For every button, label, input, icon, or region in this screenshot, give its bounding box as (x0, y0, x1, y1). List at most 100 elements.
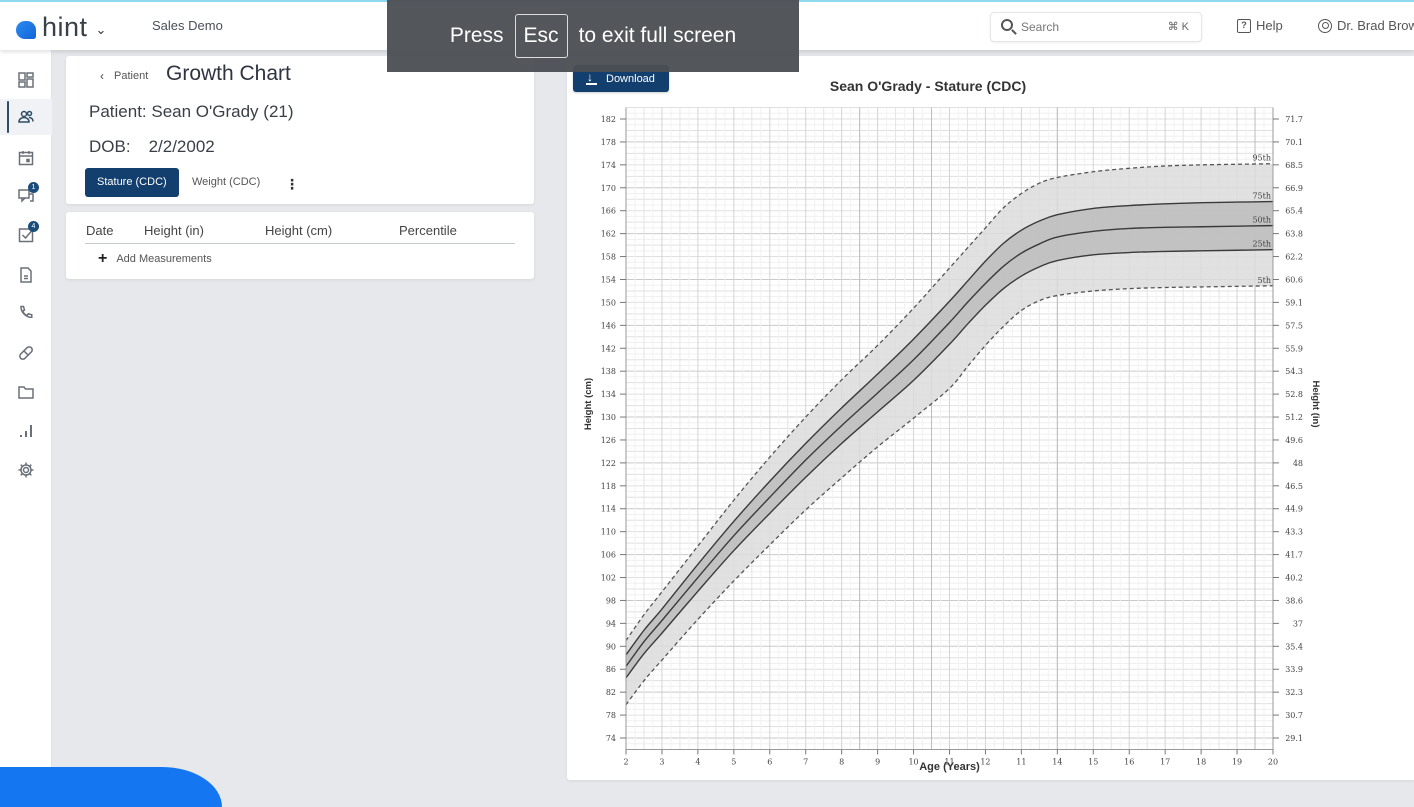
y-tick-label-left: 74 (606, 734, 616, 743)
chevron-down-icon[interactable]: ⌄ (96, 22, 107, 38)
y-tick-label-right: 57.5 (1285, 321, 1303, 330)
toast-suffix: to exit full screen (578, 24, 737, 47)
y-tick-label-right: 48 (1293, 459, 1303, 468)
y-tick-label-left: 174 (601, 161, 616, 170)
y-tick-label-left: 182 (601, 115, 616, 124)
x-tick-label: 20 (1268, 757, 1278, 766)
x-tick-label: 11 (1016, 757, 1026, 766)
back-label: Patient (114, 70, 149, 82)
sidebar-item-reports[interactable] (0, 413, 52, 449)
x-axis-label: Age (Years) (919, 761, 980, 773)
x-tick-label: 2 (623, 757, 628, 766)
column-header-height-in: Height (in) (144, 223, 204, 238)
y-tick-label-left: 122 (601, 459, 616, 468)
y-tick-label-right: 33.9 (1285, 665, 1303, 674)
y-axis-label-left: Height (cm) (583, 378, 594, 430)
add-measurements-button[interactable]: + Add Measurements (98, 250, 212, 268)
y-tick-label-right: 32.3 (1285, 688, 1303, 697)
help-button[interactable]: ? Help (1237, 18, 1283, 33)
y-tick-label-right: 41.7 (1285, 551, 1303, 560)
y-tick-label-right: 60.6 (1285, 275, 1303, 284)
x-tick-label: 5 (731, 757, 736, 766)
growth-chart-panel: 95th 75th 50th 25th 5th 182 71.7 178 70.1 174 68.5… (567, 56, 1414, 780)
sidebar-item-documents[interactable] (0, 257, 52, 293)
y-tick-label-left: 154 (601, 275, 616, 284)
y-tick-label-right: 54.3 (1285, 367, 1303, 376)
tab-weight-cdc[interactable]: Weight (CDC) (180, 168, 272, 197)
y-tick-label-left: 118 (601, 482, 616, 491)
sidebar-item-files[interactable] (0, 374, 52, 410)
y-tick-label-right: 71.7 (1285, 115, 1303, 124)
y-tick-label-right: 51.2 (1285, 413, 1303, 422)
y-tick-label-left: 110 (601, 528, 616, 537)
sidebar-item-messages[interactable]: 1 (0, 178, 52, 214)
measurements-table: Date Height (in) Height (cm) Percentile … (66, 212, 534, 279)
patient-dob: DOB: 2/2/2002 (89, 137, 215, 157)
percentile-label-95th: 95th (1252, 154, 1271, 163)
y-tick-label-left: 106 (601, 551, 616, 560)
patient-name: Patient: Sean O'Grady (21) (89, 102, 294, 121)
x-tick-label: 10 (908, 757, 918, 766)
dob-value: 2/2/2002 (148, 137, 215, 156)
percentile-label-25th: 25th (1252, 240, 1271, 249)
help-label: Help (1256, 18, 1283, 33)
sidebar-item-settings[interactable] (0, 452, 52, 488)
search-input[interactable]: Search ⌘ K (990, 12, 1202, 42)
tasks-badge: 4 (28, 221, 39, 232)
y-tick-label-right: 43.3 (1285, 528, 1303, 537)
settings-icon (18, 462, 34, 478)
column-header-date: Date (86, 223, 114, 238)
y-tick-label-left: 178 (601, 138, 616, 147)
y-tick-label-right: 55.9 (1285, 344, 1303, 353)
esc-key: Esc (514, 14, 568, 58)
chart-title: Sean O'Grady - Stature (CDC) (829, 78, 1027, 94)
x-tick-label: 19 (1232, 757, 1242, 766)
x-tick-label: 7 (803, 757, 808, 766)
percentile-label-5th: 5th (1258, 276, 1271, 285)
document-icon (20, 267, 32, 283)
y-tick-label-left: 146 (601, 321, 616, 330)
y-tick-label-left: 162 (601, 230, 616, 239)
folder-icon (18, 386, 34, 399)
y-tick-label-left: 142 (601, 344, 616, 353)
more-options-icon[interactable]: ⋮ (285, 176, 299, 193)
tab-stature-cdc[interactable]: Stature (CDC) (85, 168, 179, 197)
user-menu[interactable]: Dr. Brad Brown (1318, 18, 1414, 33)
y-tick-label-left: 114 (601, 505, 616, 514)
column-header-height-cm: Height (cm) (265, 223, 333, 238)
sidebar-item-calls[interactable] (0, 295, 52, 331)
chevron-left-icon: ‹ (100, 69, 104, 83)
y-tick-label-right: 29.1 (1285, 734, 1303, 743)
dob-label: DOB: (89, 137, 131, 156)
percentile-label-75th: 75th (1252, 192, 1271, 201)
user-name: Dr. Brad Brown (1337, 18, 1414, 33)
sidebar-item-medications[interactable] (0, 335, 52, 371)
y-tick-label-right: 44.9 (1285, 505, 1303, 514)
y-tick-label-left: 126 (601, 436, 616, 445)
sidebar-item-patients[interactable] (0, 99, 52, 135)
sidebar-item-tasks[interactable]: 4 (0, 217, 52, 253)
percentile-label-50th: 50th (1252, 216, 1271, 225)
y-tick-label-left: 158 (601, 253, 616, 262)
x-tick-label: 4 (695, 757, 700, 766)
calendar-icon (18, 151, 34, 166)
sidebar-item-dashboard[interactable] (0, 62, 52, 98)
y-tick-label-right: 59.1 (1285, 298, 1303, 307)
y-tick-label-left: 138 (601, 367, 616, 376)
y-axis-label-right: Height (in) (1310, 381, 1321, 428)
y-tick-label-right: 63.8 (1285, 230, 1303, 239)
page-title: Growth Chart (166, 62, 291, 85)
search-shortcut: ⌘ K (1167, 21, 1189, 33)
organization-name[interactable]: Sales Demo (152, 18, 223, 33)
toast-prefix: Press (449, 24, 504, 47)
sidebar-item-calendar[interactable] (0, 140, 52, 176)
hint-logo-icon (16, 20, 36, 39)
table-header-divider (85, 243, 515, 244)
x-tick-label: 6 (767, 757, 772, 766)
stature-chart: 95th75th50th25th5th182 71.7178 70.1174 68.5… (583, 107, 1321, 773)
chat-launcher-button[interactable] (0, 767, 222, 807)
app-logo[interactable]: hint ⌄ (16, 12, 106, 43)
reports-icon (20, 425, 32, 437)
y-tick-label-left: 90 (606, 642, 616, 651)
back-to-patient-link[interactable]: ‹ Patient (100, 69, 148, 83)
